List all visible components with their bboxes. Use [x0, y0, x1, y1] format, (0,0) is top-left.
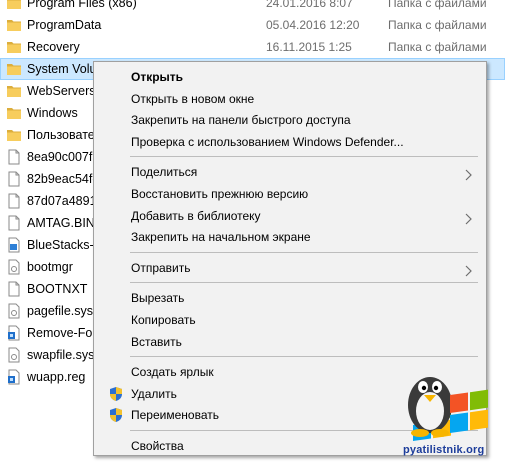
file-row[interactable]: Recovery 16.11.2015 1:25 Папка с файлами — [0, 36, 505, 58]
folder-icon — [6, 127, 22, 143]
menu-item-label: Копировать — [131, 313, 196, 327]
file-icon — [6, 149, 22, 165]
menu-item-label: Поделиться — [131, 165, 198, 180]
menu-separator — [130, 156, 478, 158]
file-type: Папка с файлами — [388, 18, 487, 32]
folder-icon — [6, 83, 22, 99]
blue-file-icon — [6, 237, 22, 253]
menu-item[interactable]: Закрепить на панели быстрого доступа — [94, 109, 486, 131]
menu-item[interactable]: Поделиться — [94, 161, 486, 183]
file-date: 05.04.2016 12:20 — [266, 18, 360, 32]
menu-item[interactable]: Вырезать — [94, 287, 486, 309]
menu-item-label: Отправить — [131, 260, 191, 275]
menu-item-label: Восстановить прежнюю версию — [131, 187, 309, 201]
file-icon — [6, 215, 22, 231]
menu-item[interactable]: Отправить — [94, 257, 486, 279]
file-name: ProgramData — [27, 18, 102, 32]
chevron-right-icon — [462, 262, 474, 277]
menu-item[interactable]: Открыть в новом окне — [94, 88, 486, 110]
menu-item-label: Открыть в новом окне — [131, 91, 255, 106]
folder-icon — [6, 0, 22, 11]
file-name: AMTAG.BIN — [27, 216, 95, 230]
folder-icon — [6, 39, 22, 55]
file-row[interactable]: Program Files (x86) 24.01.2016 8:07 Папка … — [0, 0, 505, 14]
menu-item[interactable]: Добавить в библиотеку — [94, 205, 486, 227]
file-name: BOOTNXT — [27, 282, 88, 296]
folder-icon — [6, 105, 22, 121]
file-date: 24.01.2016 8:07 — [266, 0, 353, 10]
menu-item[interactable]: Восстановить прежнюю версию — [94, 183, 486, 205]
file-name: BlueStacks-T — [27, 238, 102, 252]
menu-item-label: Вставить — [131, 334, 182, 349]
file-name: Пользовате — [27, 128, 95, 142]
uac-shield-icon — [108, 386, 124, 402]
folder-icon — [6, 17, 22, 33]
menu-item[interactable]: Закрепить на начальном экране — [94, 226, 486, 248]
system-file-icon — [6, 347, 22, 363]
file-icon — [6, 171, 22, 187]
file-type: Папка с файлами — [388, 40, 487, 54]
file-icon — [6, 193, 22, 209]
reg-file-icon — [6, 369, 22, 385]
file-row[interactable]: ProgramData 05.04.2016 12:20 Папка с файла… — [0, 14, 505, 36]
menu-item-label: Добавить в библиотеку — [131, 208, 261, 223]
file-type: Папка с файлами — [388, 0, 487, 10]
file-name: Windows — [27, 106, 78, 120]
file-icon — [6, 281, 22, 297]
file-name: pagefile.sys — [27, 304, 94, 318]
file-name: WebServers — [27, 84, 96, 98]
menu-item[interactable]: Проверка с использованием Windows Defend… — [94, 131, 486, 153]
menu-item-label: Открыть — [131, 70, 184, 84]
menu-separator — [130, 282, 478, 284]
menu-separator — [130, 356, 478, 358]
menu-item[interactable]: Вставить — [94, 331, 486, 353]
chevron-right-icon — [462, 166, 474, 181]
chevron-right-icon — [462, 210, 474, 225]
menu-item-label: Переименовать — [131, 408, 219, 423]
system-file-icon — [6, 303, 22, 319]
system-file-icon — [6, 259, 22, 275]
file-name: Recovery — [27, 40, 80, 54]
menu-item-label: Свойства — [131, 439, 184, 453]
menu-item-label: Закрепить на начальном экране — [131, 230, 311, 245]
file-name: Remove-Fold — [27, 326, 103, 340]
menu-item-label: Проверка с использованием Windows Defend… — [131, 134, 404, 149]
file-name: swapfile.sys — [27, 348, 95, 362]
menu-item-label: Удалить — [131, 386, 177, 401]
file-name: wuapp.reg — [27, 370, 86, 384]
file-name: bootmgr — [27, 260, 73, 274]
menu-item[interactable]: Открыть — [94, 66, 486, 88]
folder-icon — [6, 61, 22, 77]
reg-file-icon — [6, 325, 22, 341]
menu-item[interactable]: Копировать — [94, 309, 486, 331]
menu-item-label: Создать ярлык — [131, 365, 214, 380]
file-date: 16.11.2015 1:25 — [266, 40, 352, 54]
menu-separator — [130, 251, 478, 253]
menu-item-label: Вырезать — [131, 291, 185, 306]
menu-item-label: Закрепить на панели быстрого доступа — [131, 113, 351, 128]
file-name: Program Files (x86) — [27, 0, 137, 10]
watermark-text: pyatilistnik.org — [403, 444, 485, 456]
uac-shield-icon — [108, 407, 124, 423]
